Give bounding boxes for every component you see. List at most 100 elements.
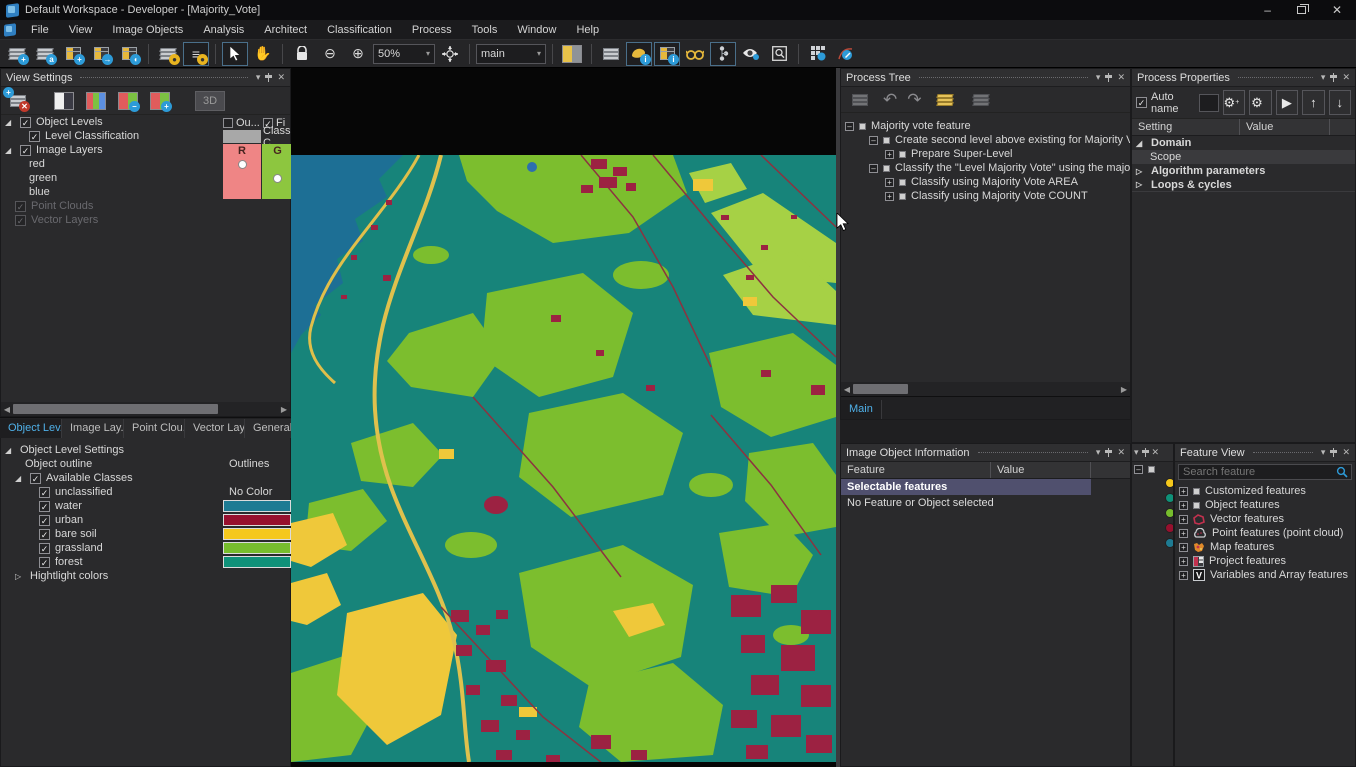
single-layer-view-button[interactable]: [51, 89, 77, 113]
scope-row[interactable]: Scope: [1132, 150, 1355, 164]
bare-soil-color-swatch[interactable]: [223, 528, 290, 540]
add-pane-button[interactable]: +: [147, 89, 173, 113]
add-layers-button[interactable]: +: [4, 42, 30, 66]
value-column-header[interactable]: Value: [991, 462, 1091, 478]
forest-checkbox[interactable]: ✓: [39, 557, 50, 568]
object-levels-checkbox[interactable]: ✓: [20, 117, 31, 128]
auto-name-checkbox[interactable]: ✓: [1136, 97, 1147, 108]
menu-architect[interactable]: Architect: [255, 22, 316, 38]
menu-process[interactable]: Process: [403, 22, 461, 38]
process-node[interactable]: +Prepare Super-Level: [841, 147, 1130, 161]
panel-menu-icon[interactable]: ▾: [1096, 73, 1101, 82]
process-node[interactable]: –Create second level above existing for …: [841, 133, 1130, 147]
minimize-button[interactable]: –: [1264, 3, 1271, 17]
class-root-node[interactable]: –: [1132, 462, 1173, 476]
panel-close-icon[interactable]: ✕: [1117, 73, 1125, 82]
mixed-view-button[interactable]: [83, 89, 109, 113]
red-red-cell[interactable]: [223, 157, 261, 171]
menu-image-objects[interactable]: Image Objects: [103, 22, 192, 38]
grassland-checkbox[interactable]: ✓: [39, 543, 50, 554]
menu-help[interactable]: Help: [567, 22, 608, 38]
selectable-features-row[interactable]: Selectable features: [841, 479, 1091, 495]
view-list-button[interactable]: [598, 42, 624, 66]
pin-icon[interactable]: [1105, 448, 1112, 457]
red-green-cell[interactable]: [262, 157, 293, 171]
layers-status-button[interactable]: ●: [155, 42, 181, 66]
available-classes-checkbox[interactable]: ✓: [30, 473, 41, 484]
split-view-button[interactable]: [559, 42, 585, 66]
process-tree-title-bar[interactable]: Process Tree ▾ ✕: [841, 69, 1130, 87]
edit-view-settings-button[interactable]: +✕: [5, 89, 31, 113]
add-table-button[interactable]: +: [60, 42, 86, 66]
map-viewer[interactable]: [291, 68, 836, 767]
class-dot-bare-soil[interactable]: [1165, 478, 1174, 488]
stop-process-layers-button[interactable]: [968, 88, 994, 112]
menu-classification[interactable]: Classification: [318, 22, 401, 38]
panel-close-icon[interactable]: ✕: [1342, 448, 1350, 457]
panel-menu-icon[interactable]: ▾: [1321, 448, 1326, 457]
restore-button[interactable]: [1297, 6, 1306, 14]
panel-menu-icon[interactable]: ▾: [256, 73, 261, 82]
scroll-left-arrow[interactable]: ◀: [841, 385, 853, 394]
search-icon[interactable]: [1336, 466, 1348, 478]
feature-node-project[interactable]: + Project features: [1175, 554, 1355, 568]
scroll-thumb[interactable]: [853, 384, 908, 394]
navigate-crosshair-button[interactable]: [437, 42, 463, 66]
panel-menu-icon[interactable]: ▾: [1096, 448, 1101, 457]
level-classification-checkbox[interactable]: ✓: [29, 131, 40, 142]
save-process-button[interactable]: [847, 88, 873, 112]
pan-hand-button[interactable]: ✋: [250, 42, 276, 66]
tab-image-layers[interactable]: Image Lay...: [62, 419, 124, 438]
menu-file[interactable]: File: [22, 22, 58, 38]
view-settings-title-bar[interactable]: View Settings ▾ ✕: [1, 69, 290, 87]
manage-settings-button[interactable]: [805, 42, 831, 66]
blue-red-cell[interactable]: [223, 185, 261, 199]
blue-green-cell[interactable]: [262, 185, 293, 199]
tab-point-clouds[interactable]: Point Clou...: [124, 419, 185, 438]
redo-icon[interactable]: ↷: [907, 90, 921, 110]
view-settings-eye-button[interactable]: [738, 42, 764, 66]
image-layers-checkbox[interactable]: ✓: [20, 145, 31, 156]
name-field[interactable]: [1199, 94, 1219, 112]
zoom-in-button[interactable]: ⊕: [345, 42, 371, 66]
value-column-header[interactable]: Value: [1240, 119, 1330, 135]
panel-close-icon[interactable]: ✕: [277, 73, 285, 82]
forest-color-swatch[interactable]: [223, 556, 290, 568]
pin-icon[interactable]: [1105, 73, 1112, 82]
save-layers-button[interactable]: a: [32, 42, 58, 66]
move-down-button[interactable]: ↓: [1329, 90, 1351, 115]
menu-analysis[interactable]: Analysis: [194, 22, 253, 38]
algorithm-settings-button[interactable]: ⚙: [1249, 90, 1271, 115]
loops-cycles-row[interactable]: ▷Loops & cycles: [1132, 178, 1355, 192]
class-dot-urban[interactable]: [1165, 523, 1174, 533]
show-classification-button[interactable]: [682, 42, 708, 66]
process-properties-title-bar[interactable]: Process Properties ▾ ✕: [1132, 69, 1355, 87]
close-button[interactable]: ✕: [1332, 3, 1342, 17]
urban-color-swatch[interactable]: [223, 514, 290, 526]
remove-pane-button[interactable]: –: [115, 89, 141, 113]
zoom-area-button[interactable]: [766, 42, 792, 66]
panel-close-icon[interactable]: ✕: [1342, 73, 1350, 82]
scroll-left-arrow[interactable]: ◀: [1, 405, 13, 414]
bare-soil-checkbox[interactable]: ✓: [39, 529, 50, 540]
scroll-thumb[interactable]: [13, 404, 218, 414]
panel-menu-icon[interactable]: ▾: [1134, 448, 1139, 457]
move-up-button[interactable]: ↑: [1302, 90, 1324, 115]
feature-search-input[interactable]: [1179, 466, 1336, 478]
map-combo[interactable]: main▾: [476, 44, 546, 64]
water-checkbox[interactable]: ✓: [39, 501, 50, 512]
green-red-cell[interactable]: [223, 171, 261, 185]
pin-icon[interactable]: [265, 73, 272, 82]
execute-button[interactable]: ▶: [1276, 90, 1298, 115]
run-process-layers-button[interactable]: [932, 88, 958, 112]
water-color-swatch[interactable]: [223, 500, 290, 512]
view-settings-hscrollbar[interactable]: ◀ ▶: [1, 402, 290, 416]
scroll-right-arrow[interactable]: ▶: [1118, 385, 1130, 394]
tab-main[interactable]: Main: [841, 400, 882, 419]
open-table-button[interactable]: ◖: [116, 42, 142, 66]
panel-close-icon[interactable]: ✕: [1152, 448, 1160, 457]
map-image[interactable]: [291, 155, 836, 762]
process-node[interactable]: –Majority vote feature: [841, 119, 1130, 133]
menu-tools[interactable]: Tools: [463, 22, 507, 38]
feature-node-variables[interactable]: + V Variables and Array features: [1175, 568, 1355, 582]
